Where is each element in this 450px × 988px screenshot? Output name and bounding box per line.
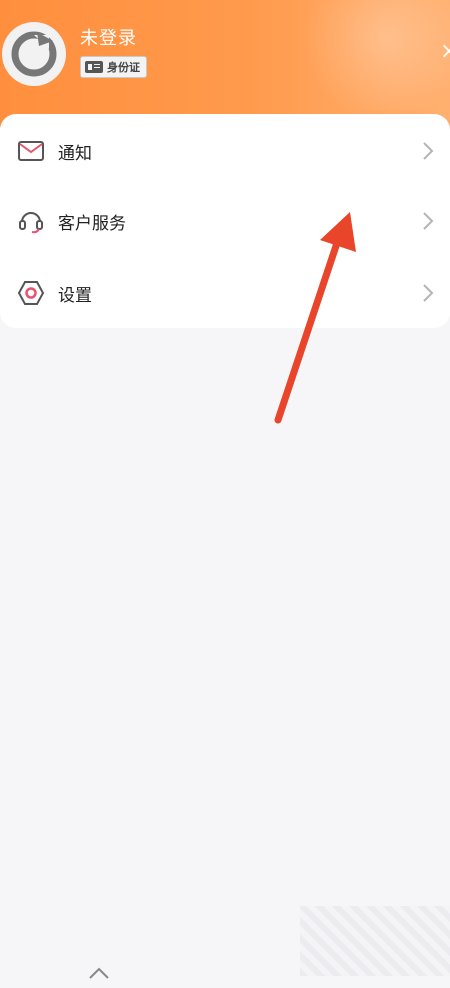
blurred-watermark — [300, 906, 450, 976]
annotation-arrow — [274, 212, 356, 424]
home-icon[interactable] — [88, 966, 110, 988]
